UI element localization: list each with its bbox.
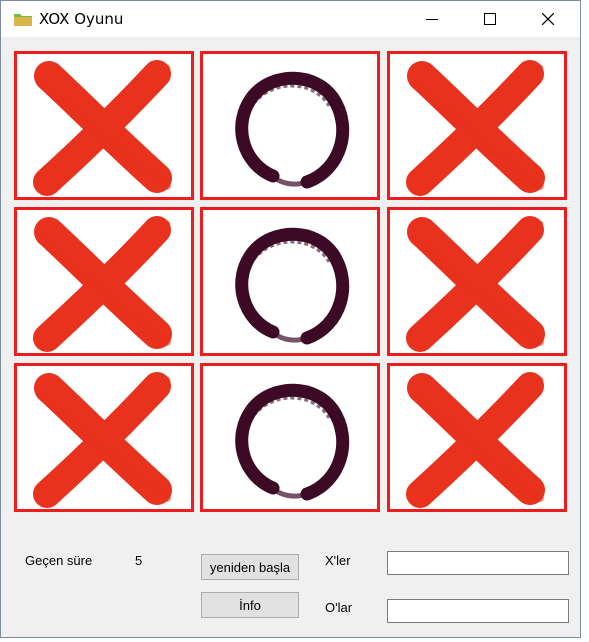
info-button[interactable]: İnfo xyxy=(201,592,299,618)
o-mark-icon xyxy=(235,227,350,345)
folder-icon xyxy=(13,11,33,27)
x-mark-icon xyxy=(406,372,545,508)
o-score-field[interactable] xyxy=(387,599,569,623)
x-mark-icon xyxy=(33,60,172,196)
game-window: XOX Oyunu Geçen süre 5 yeniden başla İnf… xyxy=(0,0,581,638)
x-mark-icon xyxy=(406,216,545,352)
elapsed-time-value: 5 xyxy=(135,553,143,568)
board-cell-3[interactable] xyxy=(387,51,567,200)
board-cell-8[interactable] xyxy=(200,363,380,512)
o-mark-icon xyxy=(235,71,350,189)
elapsed-time-label: Geçen süre xyxy=(25,553,93,568)
maximize-icon xyxy=(484,13,496,25)
x-score-label: X'ler xyxy=(325,553,351,568)
o-score-label: O'lar xyxy=(325,600,353,615)
x-mark-icon xyxy=(406,60,545,196)
board-cell-5[interactable] xyxy=(200,207,380,356)
x-mark-icon xyxy=(33,372,172,508)
board-cell-4[interactable] xyxy=(14,207,194,356)
window-title: XOX Oyunu xyxy=(39,10,124,28)
maximize-button[interactable] xyxy=(461,1,519,37)
x-score-field[interactable] xyxy=(387,551,569,575)
board-cell-9[interactable] xyxy=(387,363,567,512)
board-cell-6[interactable] xyxy=(387,207,567,356)
x-mark-icon xyxy=(33,216,172,352)
board-cell-1[interactable] xyxy=(14,51,194,200)
title-bar[interactable]: XOX Oyunu xyxy=(1,1,580,37)
minimize-icon xyxy=(426,19,438,20)
board-cell-2[interactable] xyxy=(200,51,380,200)
restart-button[interactable]: yeniden başla xyxy=(201,554,299,580)
close-button[interactable] xyxy=(519,1,577,37)
minimize-button[interactable] xyxy=(403,1,461,37)
close-icon xyxy=(542,13,554,25)
board-cell-7[interactable] xyxy=(14,363,194,512)
o-mark-icon xyxy=(235,383,350,501)
